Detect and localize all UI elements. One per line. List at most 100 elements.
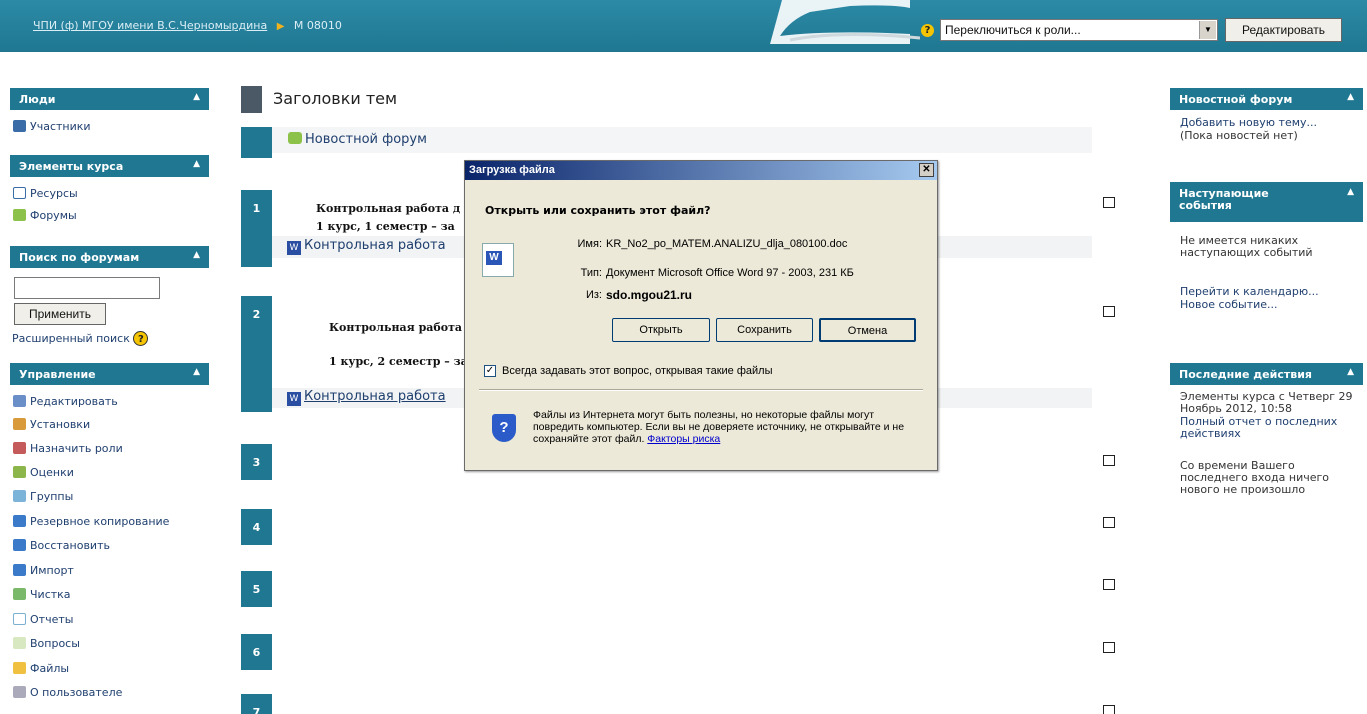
section-7-marker: 7 [241,694,272,714]
collapse-icon[interactable]: ▲ [1347,92,1354,102]
dialog-question: Открыть или сохранить этот файл? [485,204,711,217]
admin-profile-link[interactable]: О пользователе [13,686,122,699]
course-elements-block-header: Элементы курса ▲ [10,155,209,177]
admin-roles-link[interactable]: Назначить роли [13,442,123,455]
dialog-titlebar[interactable]: Загрузка файла ✕ [465,161,937,180]
admin-profile-label: О пользователе [30,686,123,699]
course-elements-title: Элементы курса [19,160,124,173]
section-6-checkbox[interactable] [1103,642,1115,653]
breadcrumb-site-link[interactable]: ЧПИ (ф) МГОУ имени В.С.Черномырдина [33,19,267,32]
section-0-marker [241,127,272,158]
section-1-checkbox[interactable] [1103,197,1115,208]
new-event-link[interactable]: Новое событие... [1180,299,1278,311]
breadcrumb-course: М 08010 [293,19,342,32]
help-icon[interactable]: ? [921,24,934,37]
breadcrumb-arrow-icon: ▶ [276,21,285,32]
section-2-checkbox[interactable] [1103,306,1115,317]
users-icon [13,120,26,132]
word-document-icon: W [482,243,514,277]
nothing-new-text: Со времени Вашего последнего входа ничег… [1180,459,1330,496]
import-icon [13,564,26,576]
cancel-button[interactable]: Отмена [819,318,916,342]
always-ask-checkbox[interactable]: ✓ [484,365,496,377]
settings-icon [13,418,26,430]
chevron-down-icon[interactable]: ▼ [1199,21,1216,39]
admin-backup-label: Резервное копирование [30,515,170,528]
admin-files-label: Файлы [30,662,70,675]
section-2-marker: 2 [241,296,272,412]
upcoming-events-title: Наступающие события [1179,187,1269,212]
collapse-icon[interactable]: ▲ [193,159,200,169]
news-forum-block-title: Новостной форум [1179,93,1293,106]
topic-title-marker [241,86,262,113]
news-forum-link[interactable]: Новостной форум [288,132,427,147]
resources-link[interactable]: Ресурсы [13,187,78,200]
admin-import-link[interactable]: Импорт [13,564,74,577]
collapse-icon[interactable]: ▲ [193,250,200,260]
no-news-text: (Пока новостей нет) [1180,129,1298,142]
open-button[interactable]: Открыть [612,318,710,342]
news-forum-label: Новостной форум [305,132,427,147]
add-topic-link[interactable]: Добавить новую тему... [1180,117,1317,129]
section-2-resource-label: Контрольная работа [304,389,446,404]
section-5-checkbox[interactable] [1103,579,1115,590]
file-download-dialog: Загрузка файла ✕ Открыть или сохранить э… [464,160,938,471]
grades-icon [13,466,26,478]
section-1-resource-label: Контрольная работа [304,238,446,253]
section-3-checkbox[interactable] [1103,455,1115,466]
advanced-search-link[interactable]: Расширенный поиск ? [12,331,149,346]
resource-icon [13,187,26,199]
collapse-icon[interactable]: ▲ [1347,186,1354,198]
risk-factors-link[interactable]: Факторы риска [647,433,720,445]
section-2-resource-link[interactable]: W Контрольная работа [287,389,446,406]
admin-settings-link[interactable]: Установки [13,418,90,431]
apply-search-button[interactable]: Применить [14,303,106,325]
breadcrumb: ЧПИ (ф) МГОУ имени В.С.Черномырдина ▶ М … [33,19,342,32]
admin-groups-link[interactable]: Группы [13,490,73,503]
admin-edit-link[interactable]: Редактировать [13,395,118,408]
help-icon[interactable]: ? [133,331,149,346]
file-name-label: Имя: [577,238,602,250]
admin-restore-link[interactable]: Восстановить [13,539,110,552]
full-report-link[interactable]: Полный отчет о последних действиях [1180,416,1365,440]
participants-label: Участники [30,120,91,133]
close-icon[interactable]: ✕ [919,163,934,177]
switch-role-select[interactable]: Переключиться к роли... ▼ [940,19,1218,41]
reset-icon [13,588,26,600]
admin-reset-link[interactable]: Чистка [13,588,71,601]
admin-reports-link[interactable]: Отчеты [13,613,73,626]
admin-backup-link[interactable]: Резервное копирование [13,515,169,528]
shield-warning-icon: ? [492,414,516,442]
admin-grades-link[interactable]: Оценки [13,466,74,479]
section-1-resource-link[interactable]: W Контрольная работа [287,238,446,255]
questions-icon [13,637,26,649]
admin-reset-label: Чистка [30,588,71,601]
section-4-checkbox[interactable] [1103,517,1115,528]
section-4-marker: 4 [241,509,272,545]
admin-reports-label: Отчеты [30,613,74,626]
file-type-value: Документ Microsoft Office Word 97 - 2003… [606,267,854,279]
section-3-marker: 3 [241,444,272,480]
folder-icon [13,662,26,674]
admin-block-header: Управление ▲ [10,363,209,385]
forum-search-input[interactable] [14,277,160,299]
people-block-title: Люди [19,93,56,106]
admin-questions-link[interactable]: Вопросы [13,637,80,650]
upcoming-events-block-header: Наступающие события ▲ [1170,182,1363,222]
participants-link[interactable]: Участники [13,120,91,133]
collapse-icon[interactable]: ▲ [193,367,200,377]
forums-link[interactable]: Форумы [13,209,77,222]
edit-mode-button[interactable]: Редактировать [1225,18,1342,42]
edit-icon [13,395,26,407]
forum-search-block-header: Поиск по форумам ▲ [10,246,209,268]
file-name-value: KR_No2_po_MATEM.ANALIZU_dlja_080100.doc [606,238,848,250]
collapse-icon[interactable]: ▲ [1347,367,1354,377]
admin-files-link[interactable]: Файлы [13,662,69,675]
forum-icon [13,209,26,221]
section-7-checkbox[interactable] [1103,705,1115,714]
calendar-link[interactable]: Перейти к календарю... [1180,286,1319,298]
save-button[interactable]: Сохранить [716,318,813,342]
top-header: ЧПИ (ф) МГОУ имени В.С.Черномырдина ▶ М … [0,0,1367,52]
collapse-icon[interactable]: ▲ [193,92,200,102]
resources-label: Ресурсы [30,187,78,200]
